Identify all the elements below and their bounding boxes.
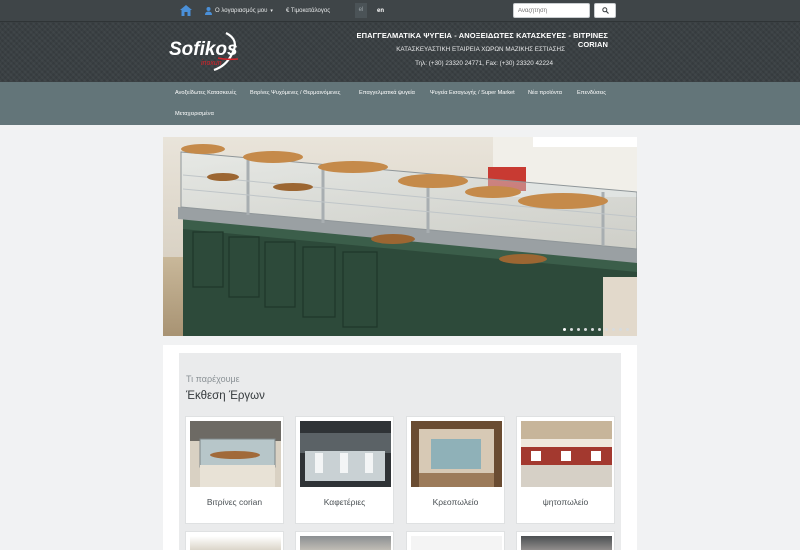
- project-card-corian[interactable]: Βιτρίνες corian: [185, 416, 284, 524]
- slider-dot[interactable]: [591, 328, 594, 331]
- search-button[interactable]: [594, 3, 616, 18]
- slider-dot[interactable]: [598, 328, 601, 331]
- pricelist-link[interactable]: € Τιμοκατάλογος: [286, 4, 330, 18]
- header-contact: Τηλ: (+30) 23320 24771, Fax: (+30) 23320…: [415, 60, 553, 67]
- project-thumbnail: [521, 536, 612, 550]
- project-thumbnail: [190, 536, 281, 550]
- slider-pagination: [563, 328, 629, 331]
- project-card-row2-4[interactable]: [516, 531, 615, 550]
- corian-showcase-thumbnail: [190, 421, 281, 487]
- user-icon: [205, 7, 212, 15]
- project-thumbnail: [411, 536, 502, 550]
- project-card-butcher[interactable]: Κρεοπωλείο: [406, 416, 505, 524]
- nav-item-professional-fridges[interactable]: Επαγγελματικά ψυγεία: [359, 90, 415, 96]
- account-menu[interactable]: Ο λογαριασμός μου ▾: [205, 4, 273, 18]
- project-card-grill[interactable]: ψητοπωλείο: [516, 416, 615, 524]
- sofikos-logo[interactable]: Sofikos inoxun: [168, 30, 243, 74]
- slider-dot[interactable]: [619, 328, 622, 331]
- slider-dot[interactable]: [626, 328, 629, 331]
- header-subtitle: ΚΑΤΑΣΚΕΥΑΣΤΙΚΗ ΕΤΑΙΡΕΙΑ ΧΩΡΩΝ ΜΑΖΙΚΗΣ ΕΣ…: [396, 46, 565, 53]
- project-card-row2-3[interactable]: [406, 531, 505, 550]
- butcher-shop-thumbnail: [411, 421, 502, 487]
- search-input[interactable]: [513, 3, 590, 18]
- project-card-label: Κρεοπωλείο: [432, 497, 479, 507]
- svg-text:Sofikos: Sofikos: [169, 39, 238, 60]
- nav-item-used[interactable]: Μεταχειρισμένα: [175, 111, 214, 117]
- project-card-row2-1[interactable]: [185, 531, 284, 550]
- section-title: Έκθεση Έργων: [186, 390, 265, 402]
- nav-item-new-products[interactable]: Νέα προϊόντα: [528, 90, 562, 96]
- hero-slider[interactable]: [163, 137, 637, 336]
- nav-item-investments[interactable]: Επενδύσεις: [577, 90, 606, 96]
- project-card-row2-2[interactable]: [295, 531, 394, 550]
- svg-text:inoxun: inoxun: [201, 60, 222, 67]
- language-english-button[interactable]: en: [377, 4, 384, 18]
- project-card-label: Καφετέριες: [323, 497, 366, 507]
- nav-item-import-fridges[interactable]: Ψυγεία Εισαγωγής / Super Market: [430, 90, 515, 96]
- project-card-cafeterias[interactable]: Καφετέριες: [295, 416, 394, 524]
- slider-dot[interactable]: [563, 328, 566, 331]
- cafeteria-thumbnail: [300, 421, 391, 487]
- main-navigation: Ανοξείδωτες Κατασκευές Βιτρίνες Ψυχόμενε…: [0, 82, 800, 125]
- project-card-label: ψητοπωλείο: [542, 497, 589, 507]
- showcase-photo: [163, 137, 637, 336]
- top-bar: Ο λογαριασμός μου ▾ € Τιμοκατάλογος el e…: [0, 0, 800, 22]
- site-header: Sofikos inoxun ΕΠΑΓΓΕΛΜΑΤΙΚΑ ΨΥΓΕΙΑ - ΑΝ…: [0, 22, 800, 82]
- slider-dot[interactable]: [584, 328, 587, 331]
- chevron-down-icon: ▾: [270, 8, 273, 14]
- slider-dot[interactable]: [570, 328, 573, 331]
- home-icon[interactable]: [180, 5, 192, 16]
- grill-house-thumbnail: [521, 421, 612, 487]
- search-icon: [601, 7, 609, 14]
- section-kicker: Τι παρέχουμε: [186, 374, 240, 384]
- project-card-label: Βιτρίνες corian: [206, 497, 263, 507]
- slider-dot[interactable]: [577, 328, 580, 331]
- slider-dot[interactable]: [605, 328, 608, 331]
- project-thumbnail: [300, 536, 391, 550]
- nav-item-stainless[interactable]: Ανοξείδωτες Κατασκευές: [175, 90, 236, 96]
- slider-dot[interactable]: [612, 328, 615, 331]
- language-greek-button[interactable]: el: [355, 3, 367, 18]
- nav-item-showcases[interactable]: Βιτρίνες Ψυχόμενες / Θερμαινόμενες: [250, 90, 340, 96]
- account-label: Ο λογαριασμός μου: [215, 8, 268, 14]
